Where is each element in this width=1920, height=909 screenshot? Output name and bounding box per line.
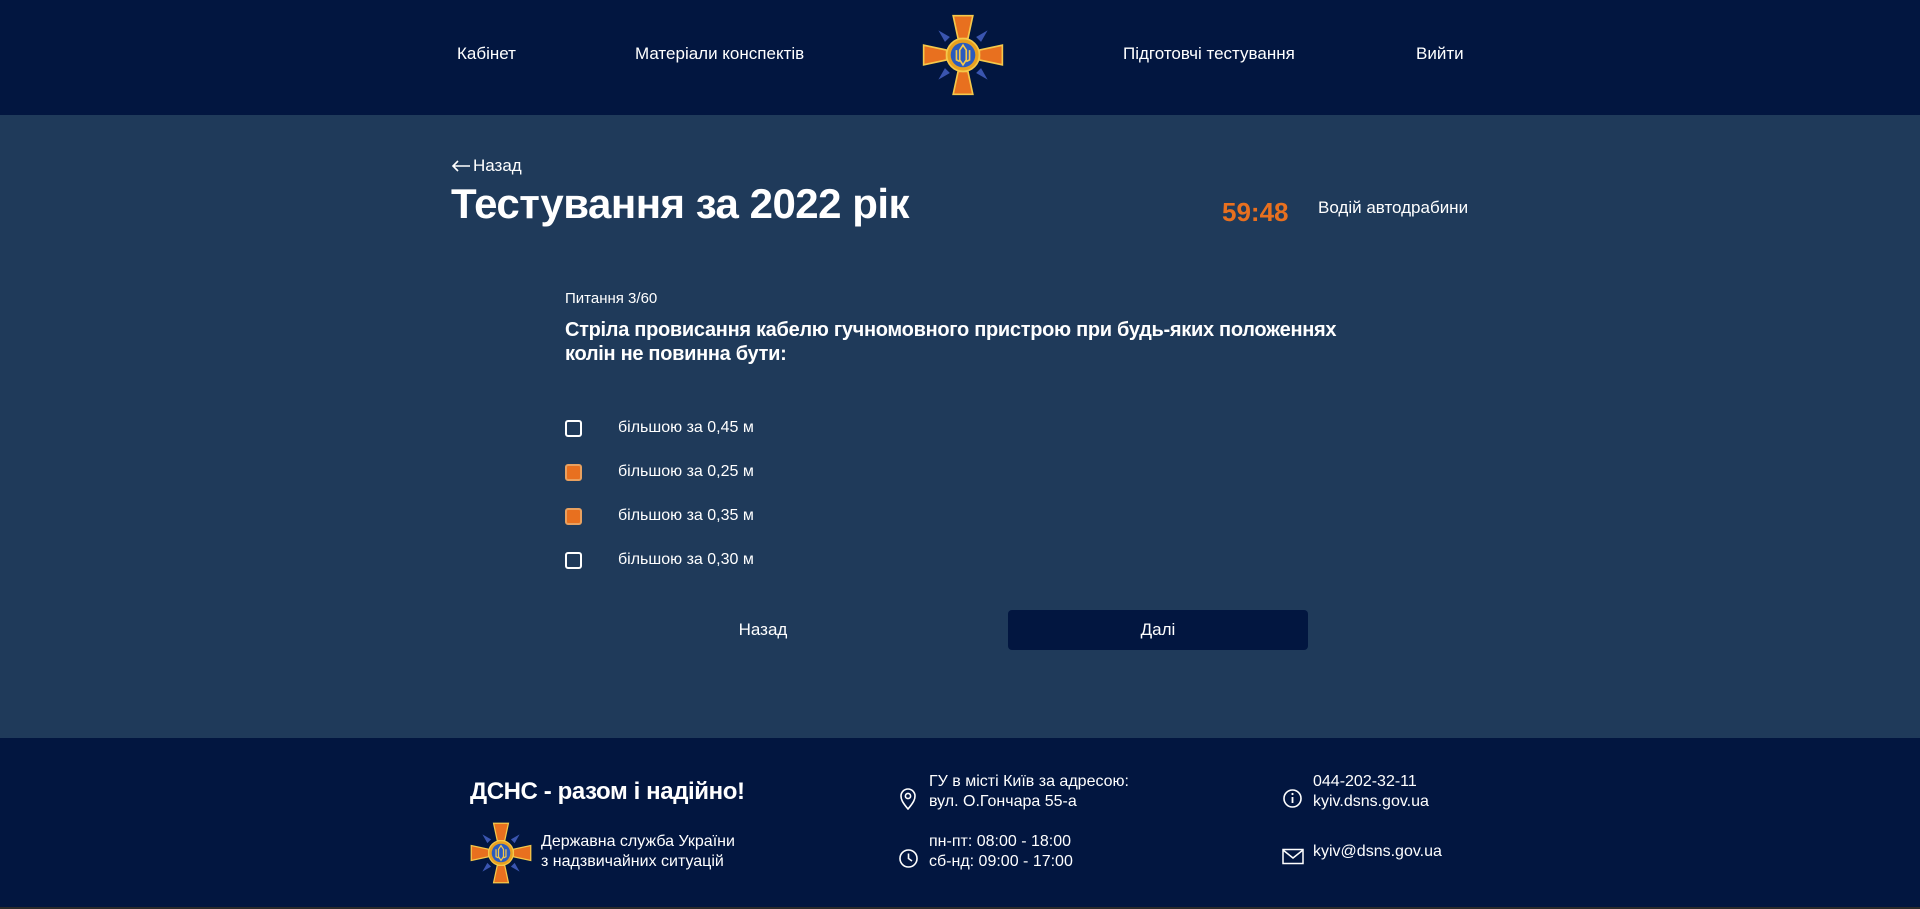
nav-logout[interactable]: Вийти: [1416, 44, 1464, 64]
back-link[interactable]: Назад: [451, 156, 522, 176]
footer-hours: пн-пт: 08:00 - 18:00 сб-нд: 09:00 - 17:0…: [929, 832, 1073, 872]
answer-list: більшою за 0,45 м більшою за 0,25 м біль…: [565, 406, 754, 582]
nav-materials[interactable]: Матеріали конспектів: [635, 44, 804, 64]
answer-label: більшою за 0,45 м: [618, 419, 754, 436]
footer-contacts: 044-202-32-11 kyiv.dsns.gov.ua: [1313, 772, 1429, 812]
answer-checkbox[interactable]: [565, 419, 582, 437]
dsns-emblem-icon: [470, 822, 532, 884]
answer-option-4[interactable]: більшою за 0,30 м: [565, 538, 754, 582]
website-link[interactable]: kyiv.dsns.gov.ua: [1313, 793, 1429, 810]
next-question-button[interactable]: Далі: [1008, 610, 1308, 650]
hours-line: пн-пт: 08:00 - 18:00: [929, 833, 1072, 850]
answer-checkbox[interactable]: [565, 463, 582, 481]
dsns-emblem-icon[interactable]: [922, 14, 1004, 96]
footer-org-name: Державна служба України з надзвичайних с…: [541, 832, 735, 872]
question-text: Стріла провисання кабелю гучномовного пр…: [565, 319, 1337, 365]
page-title: Тестування за 2022 рік: [451, 180, 910, 227]
location-pin-icon: [898, 788, 918, 815]
countdown-timer: 59:48: [1222, 197, 1289, 227]
back-link-label: Назад: [473, 156, 522, 175]
site-footer: ДСНС - разом і надійно! Державна служба …: [0, 738, 1920, 909]
nav-cabinet[interactable]: Кабінет: [457, 44, 516, 64]
arrow-left-icon: [451, 159, 471, 173]
nav-prep-tests[interactable]: Підготовчі тестування: [1123, 44, 1295, 64]
footer-address: ГУ в місті Київ за адресою: вул. О.Гонча…: [929, 772, 1129, 812]
phone-link[interactable]: 044-202-32-11: [1313, 773, 1417, 790]
answer-option-3[interactable]: більшою за 0,35 м: [565, 494, 754, 538]
footer-org-line: з надзвичайних ситуацій: [541, 853, 724, 870]
profession-label: Водій автодрабини: [1318, 198, 1469, 217]
question-counter: Питання 3/60: [565, 290, 658, 307]
answer-label: більшою за 0,25 м: [618, 463, 754, 480]
answer-option-1[interactable]: більшою за 0,45 м: [565, 406, 754, 450]
clock-icon: [898, 848, 919, 874]
answer-checkbox[interactable]: [565, 551, 582, 569]
answer-label: більшою за 0,35 м: [618, 507, 754, 524]
envelope-icon: [1282, 848, 1304, 870]
answer-checkbox[interactable]: [565, 507, 582, 525]
prev-question-button[interactable]: Назад: [703, 610, 823, 650]
address-line: вул. О.Гончара 55-а: [929, 793, 1077, 810]
address-line: ГУ в місті Київ за адресою:: [929, 773, 1129, 790]
site-header: Кабінет Матеріали конспектів Підготовчі …: [0, 0, 1920, 115]
footer-org-line: Державна служба України: [541, 833, 735, 850]
answer-label: більшою за 0,30 м: [618, 551, 754, 568]
hours-line: сб-нд: 09:00 - 17:00: [929, 853, 1073, 870]
email-link[interactable]: kyiv@dsns.gov.ua: [1313, 843, 1442, 860]
footer-slogan: ДСНС - разом і надійно!: [470, 778, 745, 805]
answer-option-2[interactable]: більшою за 0,25 м: [565, 450, 754, 494]
info-icon: [1282, 788, 1303, 814]
